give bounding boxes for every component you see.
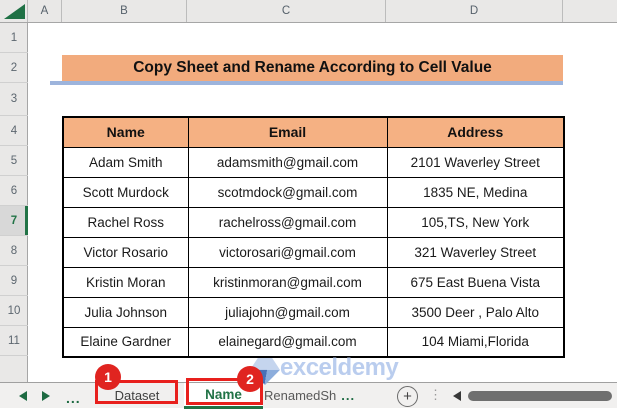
row-header-11[interactable]: 11 [0, 326, 28, 356]
sheet-nav-left-icon[interactable] [19, 391, 27, 401]
cell[interactable]: Rachel Ross [62, 206, 189, 238]
sheet-tab-bar: ... Dataset Name RenamedSh ... + ⋮ [0, 382, 617, 409]
column-header-a[interactable]: A [28, 0, 62, 22]
header-cell-name[interactable]: Name [62, 116, 189, 148]
cell[interactable]: kristinmoran@gmail.com [187, 266, 388, 298]
row-header-9[interactable]: 9 [0, 266, 28, 296]
row-header-5[interactable]: 5 [0, 146, 28, 176]
row-header-8[interactable]: 8 [0, 236, 28, 266]
annotation-step-2-badge: 2 [237, 366, 263, 392]
exceldemy-watermark: exceldemy [250, 354, 399, 385]
cell[interactable]: 321 Waverley Street [386, 236, 565, 268]
cell[interactable]: 675 East Buena Vista [386, 266, 565, 298]
row-header-6[interactable]: 6 [0, 176, 28, 206]
cell[interactable]: 1835 NE, Medina [386, 176, 565, 208]
row-header-3[interactable]: 3 [0, 83, 28, 116]
select-all-triangle-icon [4, 4, 25, 19]
cell[interactable]: victorosari@gmail.com [187, 236, 388, 268]
table-row: Rachel Ross rachelross@gmail.com 105,TS,… [62, 206, 565, 238]
watermark-text: exceldemy [280, 354, 399, 381]
select-all-button[interactable] [0, 0, 28, 22]
row-header-bar: 1 2 3 4 5 6 7 8 9 10 11 [0, 23, 28, 382]
column-header-partial[interactable] [563, 0, 617, 22]
table-row: Elaine Gardner elainegard@gmail.com 104 … [62, 326, 565, 358]
column-header-c[interactable]: C [187, 0, 386, 22]
column-header-bar: A B C D [0, 0, 617, 23]
tabbar-divider-dots-icon: ⋮ [429, 387, 442, 402]
title-banner-cell[interactable]: Copy Sheet and Rename According to Cell … [62, 55, 563, 81]
cell[interactable]: Kristin Moran [62, 266, 189, 298]
sheet-tab-truncation-ellipsis: ... [341, 388, 356, 403]
cell[interactable]: 3500 Deer , Palo Alto [386, 296, 565, 328]
table-row: Adam Smith adamsmith@gmail.com 2101 Wave… [62, 146, 565, 178]
cell[interactable]: juliajohn@gmail.com [187, 296, 388, 328]
cell[interactable]: adamsmith@gmail.com [187, 146, 388, 178]
sheet-nav-right-icon[interactable] [42, 391, 50, 401]
row-header-1[interactable]: 1 [0, 23, 28, 53]
table-row: Kristin Moran kristinmoran@gmail.com 675… [62, 266, 565, 298]
cell[interactable]: Victor Rosario [62, 236, 189, 268]
annotation-step-1-badge: 1 [95, 364, 121, 390]
hscroll-left-arrow-icon[interactable] [453, 391, 461, 401]
row-header-2[interactable]: 2 [0, 53, 28, 83]
sheet-tab-renamedsheet[interactable]: RenamedSh ... [264, 383, 368, 408]
cell[interactable]: 105,TS, New York [386, 206, 565, 238]
table-row: Victor Rosario victorosari@gmail.com 321… [62, 236, 565, 268]
cell[interactable]: scotmdock@gmail.com [187, 176, 388, 208]
hscroll-thumb[interactable] [468, 391, 612, 401]
cell[interactable]: Elaine Gardner [62, 326, 189, 358]
table-header-row: Name Email Address [62, 116, 565, 148]
column-header-b[interactable]: B [62, 0, 187, 22]
row-header-7-active[interactable]: 7 [0, 206, 28, 236]
cell[interactable]: Julia Johnson [62, 296, 189, 328]
cell[interactable]: 2101 Waverley Street [386, 146, 565, 178]
cell[interactable]: elainegard@gmail.com [187, 326, 388, 358]
excel-worksheet-window: A B C D 1 2 3 4 5 6 7 8 9 10 11 Copy She… [0, 0, 617, 413]
cell[interactable]: Adam Smith [62, 146, 189, 178]
sheet-tab-renamedsheet-label: RenamedSh [264, 388, 337, 403]
row-header-4[interactable]: 4 [0, 116, 28, 146]
table-row: Julia Johnson juliajohn@gmail.com 3500 D… [62, 296, 565, 328]
header-cell-email[interactable]: Email [187, 116, 388, 148]
banner-underline [50, 81, 563, 85]
header-cell-address[interactable]: Address [386, 116, 565, 148]
cell[interactable]: Scott Murdock [62, 176, 189, 208]
row-header-10[interactable]: 10 [0, 296, 28, 326]
new-sheet-button[interactable]: + [397, 386, 418, 407]
table-row: Scott Murdock scotmdock@gmail.com 1835 N… [62, 176, 565, 208]
cell[interactable]: 104 Miami,Florida [386, 326, 565, 358]
cell[interactable]: rachelross@gmail.com [187, 206, 388, 238]
hidden-tabs-ellipsis[interactable]: ... [66, 383, 81, 408]
data-table: Name Email Address Adam Smith adamsmith@… [62, 116, 565, 358]
column-header-d[interactable]: D [386, 0, 563, 22]
